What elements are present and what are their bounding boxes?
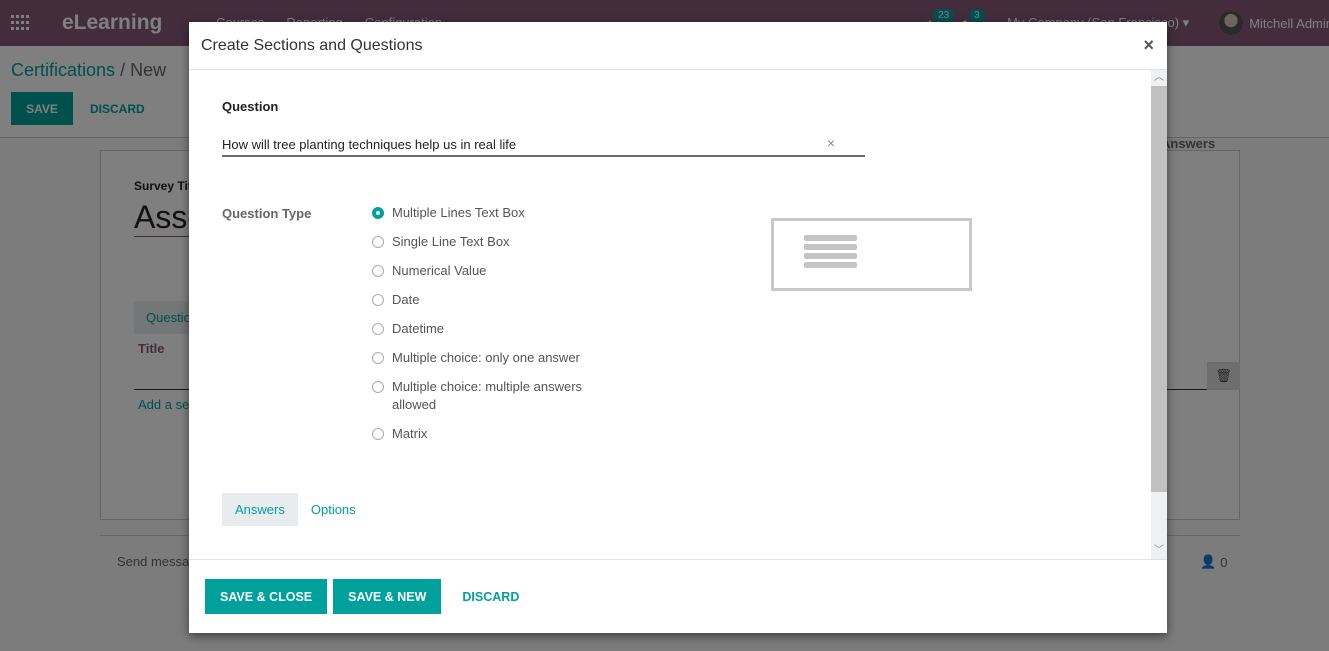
- radio-icon[interactable]: [372, 323, 384, 335]
- text-lines-icon: [804, 262, 857, 268]
- option-label: Datetime: [392, 321, 445, 336]
- question-type-option[interactable]: Date: [372, 291, 612, 309]
- question-type-radio-group: Multiple Lines Text Box Single Line Text…: [372, 204, 612, 454]
- question-type-option[interactable]: Matrix: [372, 425, 612, 443]
- option-label: Numerical Value: [392, 263, 487, 278]
- option-label: Single Line Text Box: [392, 234, 510, 249]
- text-lines-icon: [804, 253, 857, 259]
- modal-footer: SAVE & CLOSE SAVE & NEW DISCARD: [189, 559, 1167, 633]
- question-type-option[interactable]: Multiple choice: multiple answers allowe…: [372, 378, 612, 414]
- notebook-tabs: Answers Options: [222, 493, 369, 526]
- radio-icon[interactable]: [372, 265, 384, 277]
- radio-icon[interactable]: [372, 236, 384, 248]
- option-label: Matrix: [392, 426, 428, 441]
- clear-icon[interactable]: ×: [827, 135, 835, 151]
- option-label: Multiple Lines Text Box: [392, 205, 525, 220]
- chevron-down-icon[interactable]: ﹀: [1151, 543, 1167, 559]
- radio-icon[interactable]: [372, 294, 384, 306]
- save-new-button[interactable]: SAVE & NEW: [333, 579, 442, 614]
- radio-icon[interactable]: [372, 428, 384, 440]
- question-type-option[interactable]: Multiple Lines Text Box: [372, 204, 612, 222]
- close-icon[interactable]: ×: [1143, 35, 1154, 56]
- question-label: Question: [222, 99, 279, 114]
- question-type-option[interactable]: Datetime: [372, 320, 612, 338]
- discard-button[interactable]: DISCARD: [447, 590, 534, 604]
- chevron-up-icon[interactable]: ︿: [1151, 70, 1167, 86]
- question-input[interactable]: [222, 133, 812, 155]
- radio-icon[interactable]: [372, 352, 384, 364]
- save-close-button[interactable]: SAVE & CLOSE: [205, 579, 328, 614]
- modal-title: Create Sections and Questions: [201, 36, 423, 54]
- question-type-preview-image: [771, 218, 972, 291]
- modal-header: Create Sections and Questions ×: [189, 22, 1167, 70]
- modal-body: Question × Question Type Multiple Lines …: [189, 70, 1167, 559]
- tab-options[interactable]: Options: [298, 493, 369, 526]
- create-question-dialog: Create Sections and Questions × Question…: [189, 22, 1167, 633]
- radio-icon[interactable]: [372, 381, 384, 393]
- question-type-label: Question Type: [222, 206, 312, 221]
- question-field: ×: [222, 133, 865, 157]
- scrollbar-thumb[interactable]: [1151, 86, 1167, 492]
- text-lines-icon: [804, 235, 857, 241]
- text-lines-icon: [804, 244, 857, 250]
- modal-scrollbar[interactable]: ︿ ﹀: [1151, 70, 1167, 559]
- tab-answers[interactable]: Answers: [222, 493, 298, 526]
- option-label: Multiple choice: only one answer: [392, 350, 580, 365]
- option-label: Date: [392, 292, 420, 307]
- radio-checked-icon[interactable]: [372, 207, 384, 219]
- question-type-option[interactable]: Single Line Text Box: [372, 233, 612, 251]
- question-type-option[interactable]: Numerical Value: [372, 262, 612, 280]
- option-label: Multiple choice: multiple answers allowe…: [392, 379, 583, 412]
- question-type-option[interactable]: Multiple choice: only one answer: [372, 349, 612, 367]
